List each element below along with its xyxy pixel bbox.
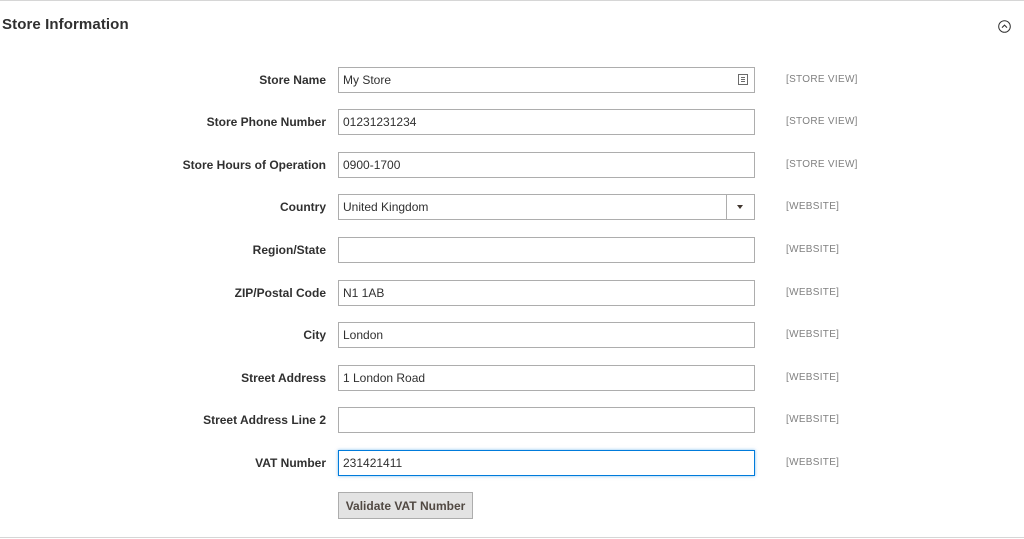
region-state-label: Region/State [252, 243, 326, 257]
zip-label: ZIP/Postal Code [234, 286, 326, 300]
store-phone-label: Store Phone Number [206, 115, 326, 129]
field-row-vat-number: VAT Number 231421411 [WEBSITE] [0, 450, 1024, 476]
store-name-label: Store Name [259, 73, 326, 87]
store-phone-input[interactable]: 01231231234 [338, 109, 755, 135]
field-row-street-address: Street Address 1 London Road [WEBSITE] [0, 365, 1024, 391]
zip-input[interactable]: N1 1AB [338, 280, 755, 306]
store-hours-label: Store Hours of Operation [182, 158, 326, 172]
field-row-store-phone: Store Phone Number 01231231234 [STORE VI… [0, 109, 1024, 135]
field-row-store-hours: Store Hours of Operation 0900-1700 [STOR… [0, 152, 1024, 178]
street-address-scope: [WEBSITE] [786, 372, 840, 383]
chevron-down-icon [737, 205, 743, 209]
section-title: Store Information [2, 16, 129, 33]
field-row-street-address-2: Street Address Line 2 [WEBSITE] [0, 407, 1024, 433]
region-state-input[interactable] [338, 237, 755, 263]
vat-number-label: VAT Number [255, 456, 326, 470]
vat-number-value: 231421411 [343, 456, 403, 470]
validate-vat-number-button[interactable]: Validate VAT Number [338, 492, 473, 519]
store-phone-scope: [STORE VIEW] [786, 116, 858, 127]
street-address-2-scope: [WEBSITE] [786, 414, 840, 425]
store-phone-value: 01231231234 [343, 115, 417, 129]
region-state-scope: [WEBSITE] [786, 244, 840, 255]
city-value: London [343, 328, 384, 342]
country-label: Country [280, 200, 326, 214]
chevron-up-circle-icon[interactable] [998, 20, 1011, 33]
field-options-icon[interactable] [738, 74, 748, 85]
country-dropdown-toggle[interactable] [726, 195, 754, 219]
street-address-2-input[interactable] [338, 407, 755, 433]
store-hours-scope: [STORE VIEW] [786, 159, 858, 170]
store-hours-value: 0900-1700 [343, 158, 401, 172]
field-row-country: Country United Kingdom [WEBSITE] [0, 194, 1024, 220]
field-row-store-name: Store Name My Store [STORE VIEW] [0, 67, 1024, 93]
street-address-input[interactable]: 1 London Road [338, 365, 755, 391]
store-information-page: Store Information Store Name My Store [S… [0, 0, 1024, 539]
city-scope: [WEBSITE] [786, 329, 840, 340]
city-label: City [303, 328, 326, 342]
country-selected-value: United Kingdom [343, 200, 429, 214]
store-name-value: My Store [343, 73, 392, 87]
country-scope: [WEBSITE] [786, 201, 840, 212]
street-address-2-label: Street Address Line 2 [203, 413, 326, 427]
store-name-input[interactable]: My Store [338, 67, 755, 93]
street-address-label: Street Address [241, 371, 326, 385]
vat-number-scope: [WEBSITE] [786, 457, 840, 468]
city-input[interactable]: London [338, 322, 755, 348]
store-name-scope: [STORE VIEW] [786, 74, 858, 85]
field-row-city: City London [WEBSITE] [0, 322, 1024, 348]
street-address-value: 1 London Road [343, 371, 426, 385]
bottom-divider [0, 537, 1024, 538]
country-select[interactable]: United Kingdom [338, 194, 755, 220]
zip-value: N1 1AB [343, 286, 385, 300]
zip-scope: [WEBSITE] [786, 287, 840, 298]
field-row-zip: ZIP/Postal Code N1 1AB [WEBSITE] [0, 280, 1024, 306]
store-hours-input[interactable]: 0900-1700 [338, 152, 755, 178]
store-information-section-header[interactable]: Store Information [0, 0, 1024, 52]
field-row-region-state: Region/State [WEBSITE] [0, 237, 1024, 263]
vat-number-input[interactable]: 231421411 [338, 450, 755, 476]
